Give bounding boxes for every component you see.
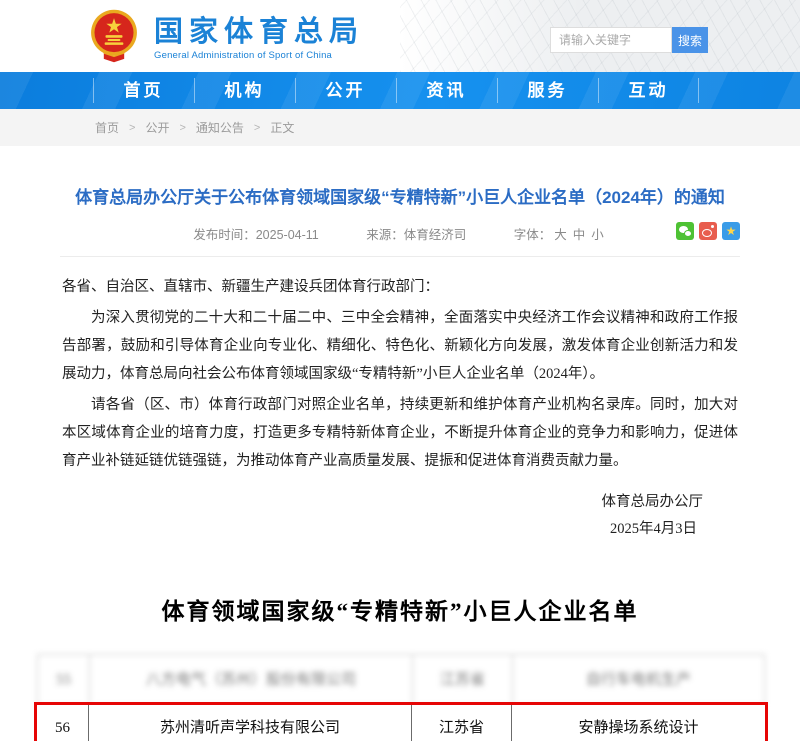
site-name-en: General Administration of Sport of China: [154, 50, 364, 61]
signature-block: 体育总局办公厅 2025年4月3日: [0, 489, 800, 543]
breadcrumb-separator: >: [254, 122, 260, 134]
cell-province: 江苏省: [413, 655, 513, 705]
main-nav: 首页 机构 公开 资讯 服务 互动: [0, 72, 800, 109]
nav-item-org[interactable]: 机构: [194, 72, 295, 109]
font-size-large[interactable]: 大: [554, 228, 567, 242]
article-title: 体育总局办公厅关于公布体育领域国家级“专精特新”小巨人企业名单（2024年）的通…: [0, 183, 800, 208]
font-size-small[interactable]: 小: [591, 228, 604, 242]
qzone-share-icon[interactable]: ★: [722, 222, 740, 240]
company-table: 55 八方电气（苏州）股份有限公司 江苏省 自行车电机生产 56 苏州清听声学科…: [37, 654, 765, 741]
paragraph-1: 为深入贯彻党的二十大和二十届二中、三中全会精神，全面落实中央经济工作会议精神和政…: [62, 304, 738, 388]
breadcrumb-home[interactable]: 首页: [95, 119, 119, 136]
cell-number: 55: [38, 655, 90, 705]
site-name: 国家体育总局: [154, 16, 364, 48]
article: 体育总局办公厅关于公布体育领域国家级“专精特新”小巨人企业名单（2024年）的通…: [0, 183, 800, 741]
breadcrumb-current: 正文: [270, 119, 294, 136]
search-input[interactable]: [550, 27, 672, 53]
search-button[interactable]: 搜索: [672, 27, 708, 53]
publish-time: 发布时间：2025-04-11: [193, 228, 319, 242]
table-row-highlighted: 56 苏州清听声学科技有限公司 江苏省 安静操场系统设计: [37, 705, 765, 741]
cell-province: 江苏省: [412, 705, 512, 741]
table-row: 55 八方电气（苏州）股份有限公司 江苏省 自行车电机生产: [37, 654, 765, 706]
cell-business: 自行车电机生产: [513, 655, 764, 705]
nav-item-home[interactable]: 首页: [93, 72, 194, 109]
signature-org: 体育总局办公厅: [0, 489, 703, 516]
weibo-share-icon[interactable]: [699, 222, 717, 240]
cell-company: 八方电气（苏州）股份有限公司: [90, 655, 413, 705]
paragraph-salutation: 各省、自治区、直辖市、新疆生产建设兵团体育行政部门：: [62, 273, 738, 301]
signature-date: 2025年4月3日: [0, 516, 703, 543]
breadcrumb-separator: >: [179, 122, 185, 134]
site-brand[interactable]: 国家体育总局 General Administration of Sport o…: [88, 8, 364, 69]
font-size-control: 字体：大中小: [514, 228, 607, 242]
list-title: 体育领域国家级“专精特新”小巨人企业名单: [0, 592, 800, 626]
nav-item-interact[interactable]: 互动: [598, 72, 699, 109]
paragraph-2: 请各省（区、市）体育行政部门对照企业名单，持续更新和维护体育产业机构名录库。同时…: [62, 391, 738, 475]
cell-number: 56: [37, 705, 89, 741]
wechat-share-icon[interactable]: [676, 222, 694, 240]
article-meta: 发布时间：2025-04-11 来源：体育经济司 字体：大中小 ★: [60, 224, 740, 257]
site-header: 国家体育总局 General Administration of Sport o…: [0, 0, 800, 72]
search-box: 搜索: [550, 27, 708, 53]
breadcrumb-public[interactable]: 公开: [145, 119, 169, 136]
nav-item-news[interactable]: 资讯: [396, 72, 497, 109]
article-source: 来源：体育经济司: [366, 228, 466, 242]
breadcrumb: 首页 > 公开 > 通知公告 > 正文: [0, 109, 800, 146]
cell-business: 安静操场系统设计: [512, 705, 765, 741]
breadcrumb-notices[interactable]: 通知公告: [196, 119, 244, 136]
article-body: 各省、自治区、直辖市、新疆生产建设兵团体育行政部门： 为深入贯彻党的二十大和二十…: [0, 257, 800, 475]
share-bar: ★: [671, 222, 740, 240]
font-size-medium[interactable]: 中: [573, 228, 586, 242]
font-size-label: 字体：: [514, 228, 552, 242]
cell-company: 苏州清听声学科技有限公司: [89, 705, 412, 741]
nav-item-service[interactable]: 服务: [497, 72, 598, 109]
nav-item-public[interactable]: 公开: [295, 72, 396, 109]
breadcrumb-separator: >: [129, 122, 135, 134]
national-emblem-icon: [88, 8, 140, 69]
